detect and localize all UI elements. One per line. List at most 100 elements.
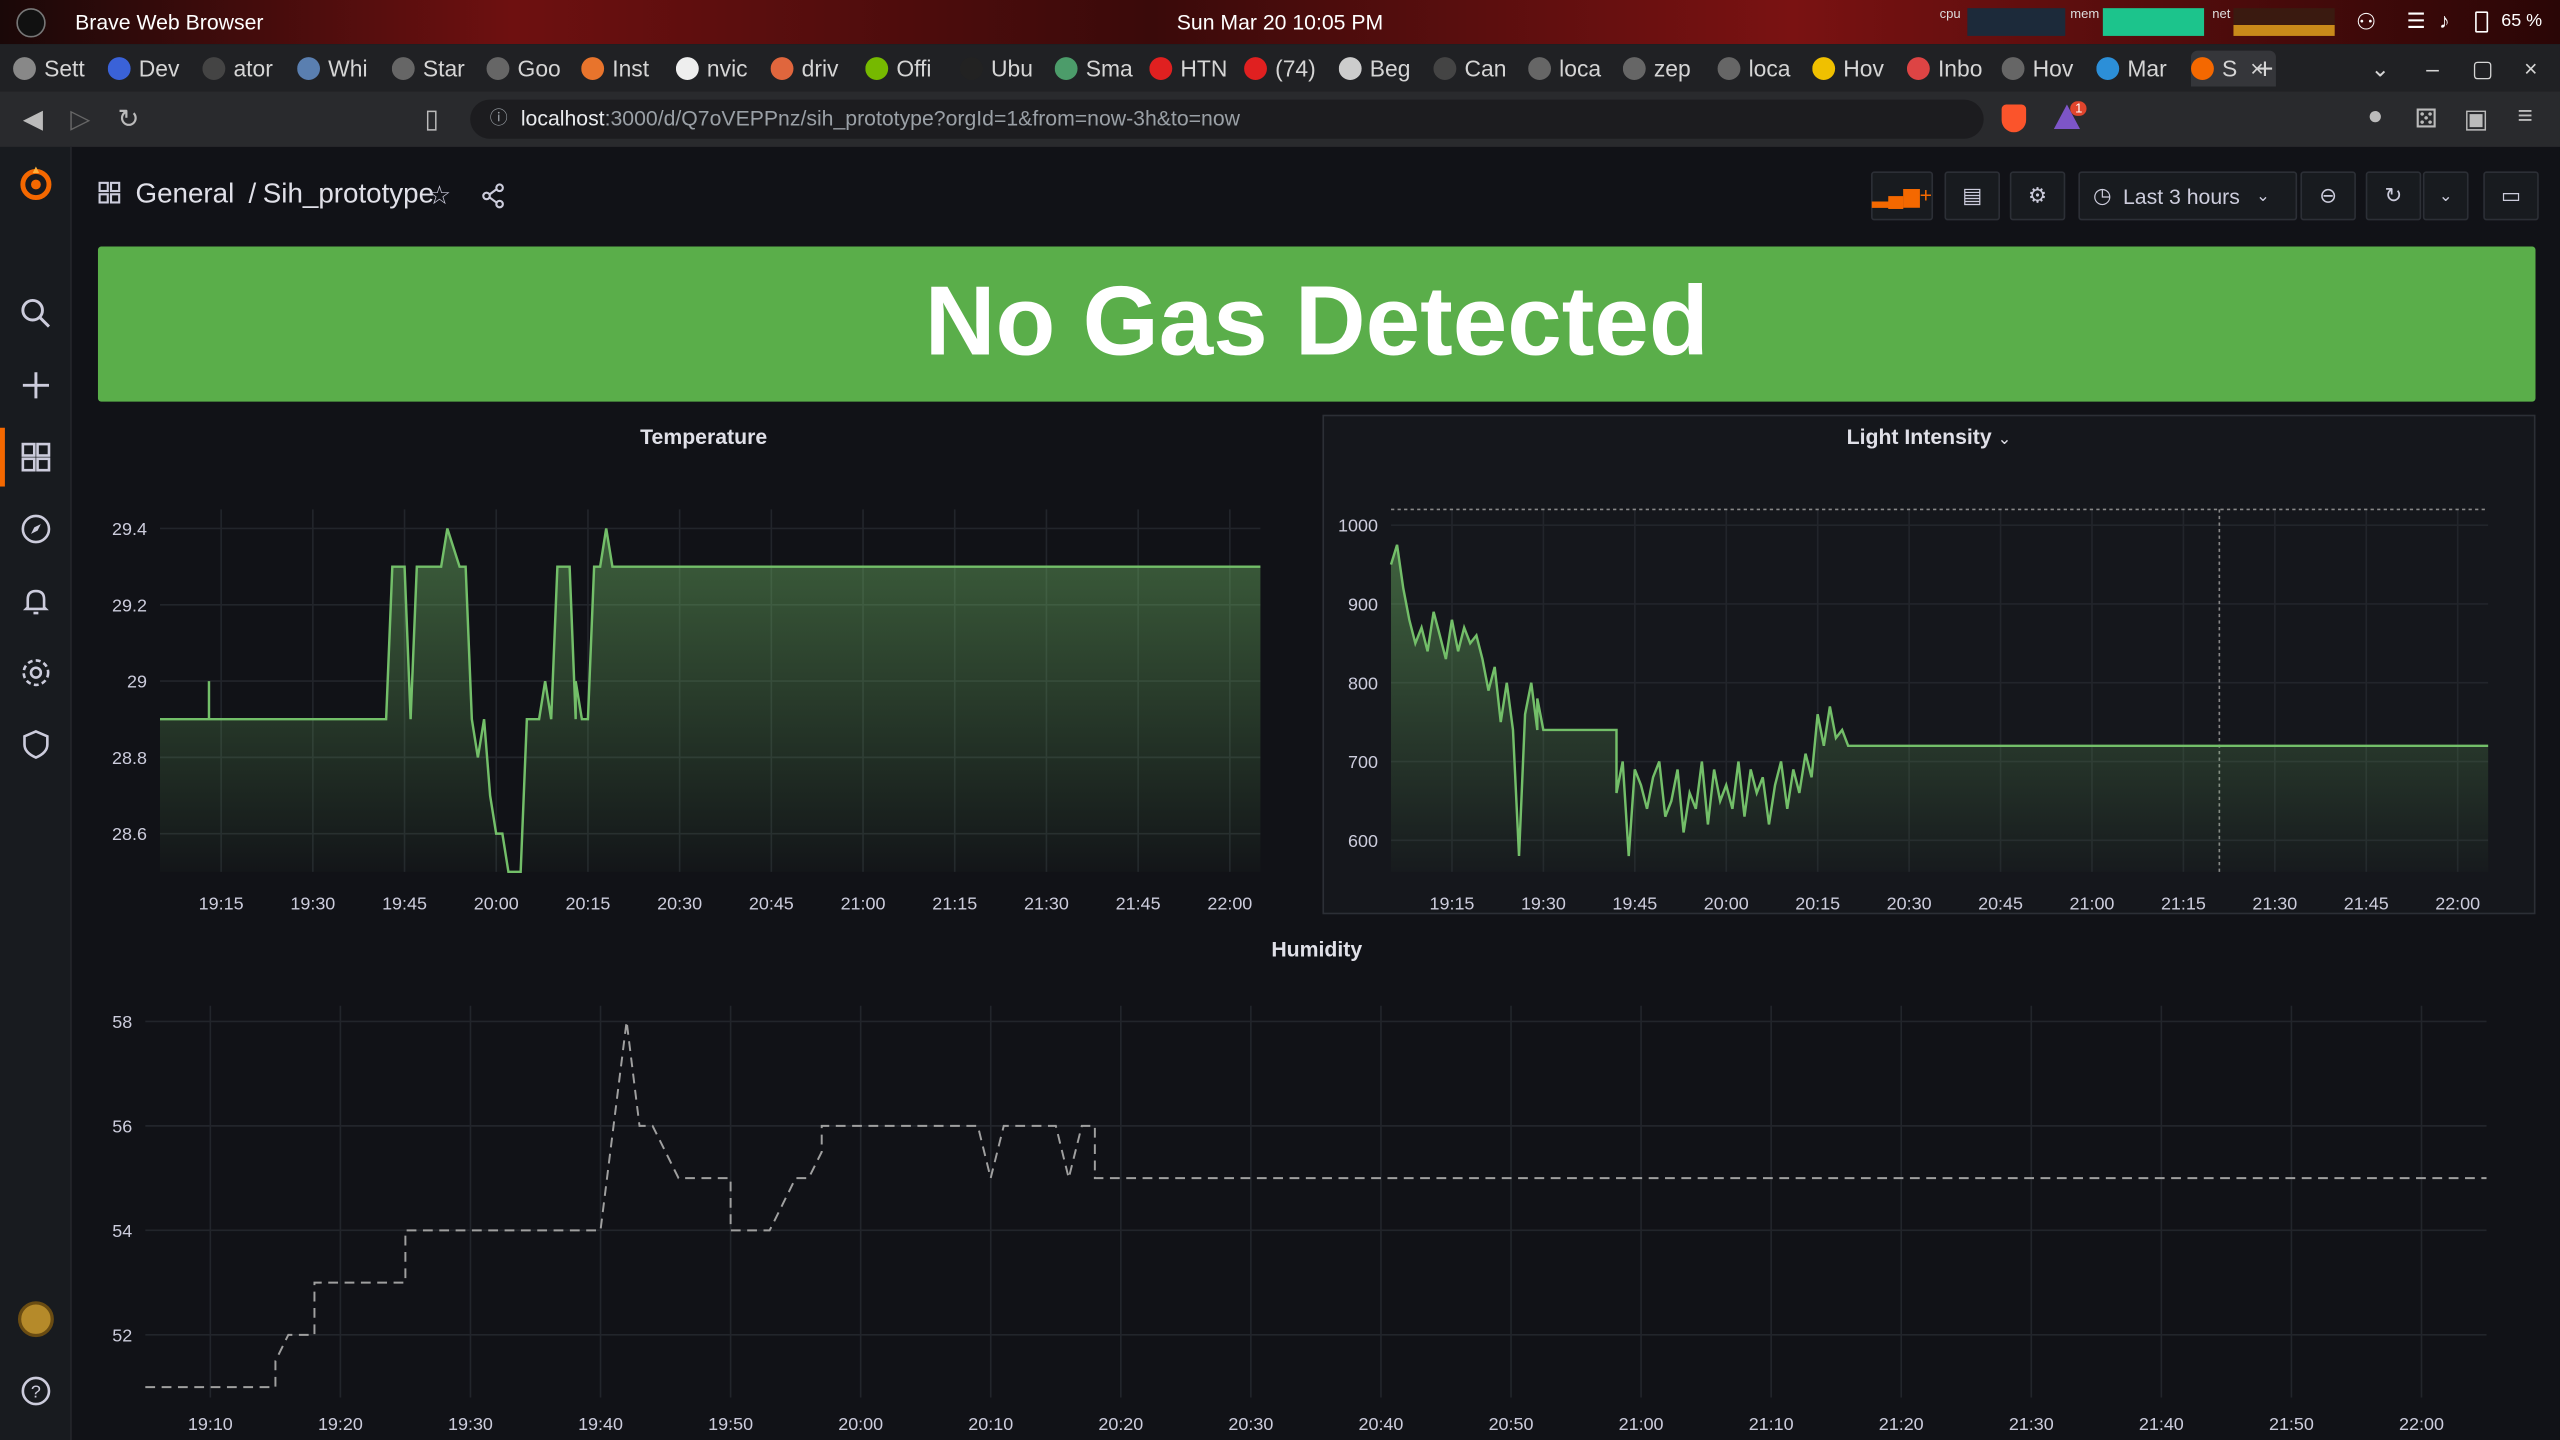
refresh-interval-dropdown[interactable]: ⌄ — [2422, 171, 2469, 221]
brave-shields-icon[interactable] — [2001, 104, 2027, 133]
browser-tab[interactable]: Mar — [2096, 51, 2184, 87]
tab-favicon-icon — [107, 57, 131, 80]
tab-title: Dev — [138, 55, 180, 82]
browser-tab[interactable]: Hov — [1812, 51, 1900, 87]
browser-tab[interactable]: driv — [770, 51, 859, 87]
tab-title: HTN — [1180, 55, 1228, 82]
tab-title: Hov — [1843, 55, 1884, 82]
x-tick-label: 21:15 — [932, 893, 977, 913]
x-tick-label: 20:45 — [749, 893, 794, 913]
browser-tab[interactable]: Sett — [13, 51, 101, 87]
x-tick-label: 20:45 — [1978, 893, 2023, 913]
new-tab-button[interactable]: + — [2256, 51, 2273, 87]
temperature-panel-title[interactable]: Temperature — [98, 424, 1309, 448]
browser-tab[interactable]: Ubu — [959, 51, 1048, 87]
tab-search-icon[interactable]: ⌄ — [2371, 51, 2390, 87]
breadcrumb-folder[interactable]: General — [136, 178, 235, 209]
browser-tab[interactable]: Offi — [865, 51, 953, 87]
bookmark-icon[interactable]: ▯ — [424, 103, 438, 136]
x-tick-label: 19:10 — [188, 1414, 233, 1434]
humidity-panel-title[interactable]: Humidity — [98, 937, 2536, 961]
explore-icon[interactable] — [16, 509, 55, 548]
alerting-icon[interactable] — [16, 581, 55, 620]
user-avatar[interactable] — [16, 1300, 55, 1339]
tab-favicon-icon — [1244, 57, 1267, 80]
tab-title: loca — [1559, 55, 1602, 82]
browser-tab[interactable]: loca — [1717, 51, 1806, 87]
net-monitor-label: net — [2212, 6, 2231, 22]
help-icon[interactable]: ? — [16, 1371, 55, 1410]
wallet-icon[interactable]: ● — [2367, 103, 2383, 132]
browser-tab[interactable]: Hov — [2001, 51, 2090, 87]
sidebar-toggle-icon[interactable]: ▣ — [2464, 103, 2489, 136]
y-tick-label: 900 — [1348, 594, 1378, 614]
x-tick-label: 21:00 — [841, 893, 886, 913]
tab-title: Goo — [517, 55, 561, 82]
x-tick-label: 22:00 — [1207, 893, 1252, 913]
x-tick-label: 19:15 — [1430, 893, 1475, 913]
chevron-down-icon[interactable]: ⌄ — [1998, 431, 2012, 449]
browser-tab[interactable]: loca — [1528, 51, 1616, 87]
back-icon[interactable]: ◀ — [23, 103, 43, 136]
share-icon[interactable] — [480, 183, 506, 217]
browser-tab[interactable]: ator — [202, 51, 290, 87]
browser-tab[interactable]: Goo — [486, 51, 575, 87]
save-dashboard-button[interactable]: ▤ — [1944, 171, 2000, 221]
x-tick-label: 20:00 — [474, 893, 519, 913]
server-admin-icon[interactable] — [16, 725, 55, 764]
x-tick-label: 21:30 — [2252, 893, 2297, 913]
tab-title: Star — [422, 55, 465, 82]
x-tick-label: 21:30 — [2009, 1414, 2054, 1434]
browser-tab[interactable]: Star — [391, 51, 480, 87]
reload-icon[interactable]: ↻ — [118, 103, 140, 136]
browser-tab[interactable]: Can — [1433, 51, 1521, 87]
x-tick-label: 20:00 — [838, 1414, 883, 1434]
browser-tab[interactable]: zep — [1622, 51, 1711, 87]
site-info-icon[interactable]: ⓘ — [490, 100, 508, 139]
zoom-out-button[interactable]: ⊖ — [2300, 171, 2356, 221]
close-window-icon[interactable]: × — [2524, 51, 2537, 87]
browser-tab[interactable]: Whi — [297, 51, 385, 87]
tab-favicon-icon — [2001, 57, 2025, 80]
add-panel-button[interactable]: ▂▄▆+ — [1871, 171, 1934, 221]
y-tick-label: 29.2 — [112, 595, 147, 615]
light-panel-title-text: Light Intensity — [1846, 424, 1992, 449]
browser-tab[interactable]: HTN — [1149, 51, 1237, 87]
extensions-icon[interactable]: ⚄ — [2415, 103, 2438, 136]
tv-mode-button[interactable]: ▭ — [2483, 171, 2539, 221]
browser-tab[interactable]: Inst — [581, 51, 669, 87]
browser-tab[interactable]: nvic — [675, 51, 764, 87]
menu-icon[interactable]: ≡ — [2518, 103, 2533, 132]
minimize-icon[interactable]: – — [2426, 51, 2439, 87]
dashboard-area: General / Sih_prototype ☆ ▂▄▆+ ▤ ⚙ ◷ Last… — [71, 146, 2560, 1440]
refresh-button[interactable]: ↻ — [2365, 171, 2422, 221]
x-tick-label: 20:20 — [1098, 1414, 1143, 1434]
wifi-icon[interactable]: ☰ — [2407, 8, 2426, 34]
maximize-icon[interactable]: ▢ — [2472, 51, 2494, 87]
address-bar[interactable]: ⓘ localhost:3000/d/Q7oVEPPnz/sih_prototy… — [470, 99, 1984, 139]
search-icon[interactable] — [16, 294, 55, 333]
dashboards-icon[interactable] — [16, 438, 55, 477]
tab-favicon-icon — [581, 57, 605, 80]
tab-favicon-icon — [959, 57, 983, 80]
battery-icon[interactable] — [2475, 11, 2489, 33]
accessibility-icon[interactable]: ⚇ — [2356, 8, 2377, 36]
tab-title: Mar — [2127, 55, 2167, 82]
browser-tab[interactable]: Dev — [107, 51, 196, 87]
time-range-picker[interactable]: ◷ Last 3 hours ⌄ — [2078, 171, 2298, 221]
dashboard-settings-button[interactable]: ⚙ — [2009, 171, 2066, 221]
star-icon[interactable]: ☆ — [428, 180, 451, 213]
forward-icon[interactable]: ▷ — [70, 103, 90, 136]
x-tick-label: 19:40 — [578, 1414, 623, 1434]
create-icon[interactable] — [16, 366, 55, 405]
breadcrumb-dashboard[interactable]: Sih_prototype — [263, 178, 434, 209]
light-panel-title[interactable]: Light Intensity ⌄ — [1322, 424, 2535, 448]
browser-tab[interactable]: Sma — [1054, 51, 1143, 87]
tab-favicon-icon — [1149, 57, 1173, 80]
browser-tab[interactable]: Beg — [1338, 51, 1427, 87]
volume-icon[interactable]: ♪ — [2439, 8, 2450, 32]
grafana-logo-icon[interactable] — [16, 163, 55, 202]
browser-tab[interactable]: Inbo — [1906, 51, 1995, 87]
browser-tab[interactable]: (74) — [1244, 51, 1332, 87]
configuration-icon[interactable] — [16, 653, 55, 692]
